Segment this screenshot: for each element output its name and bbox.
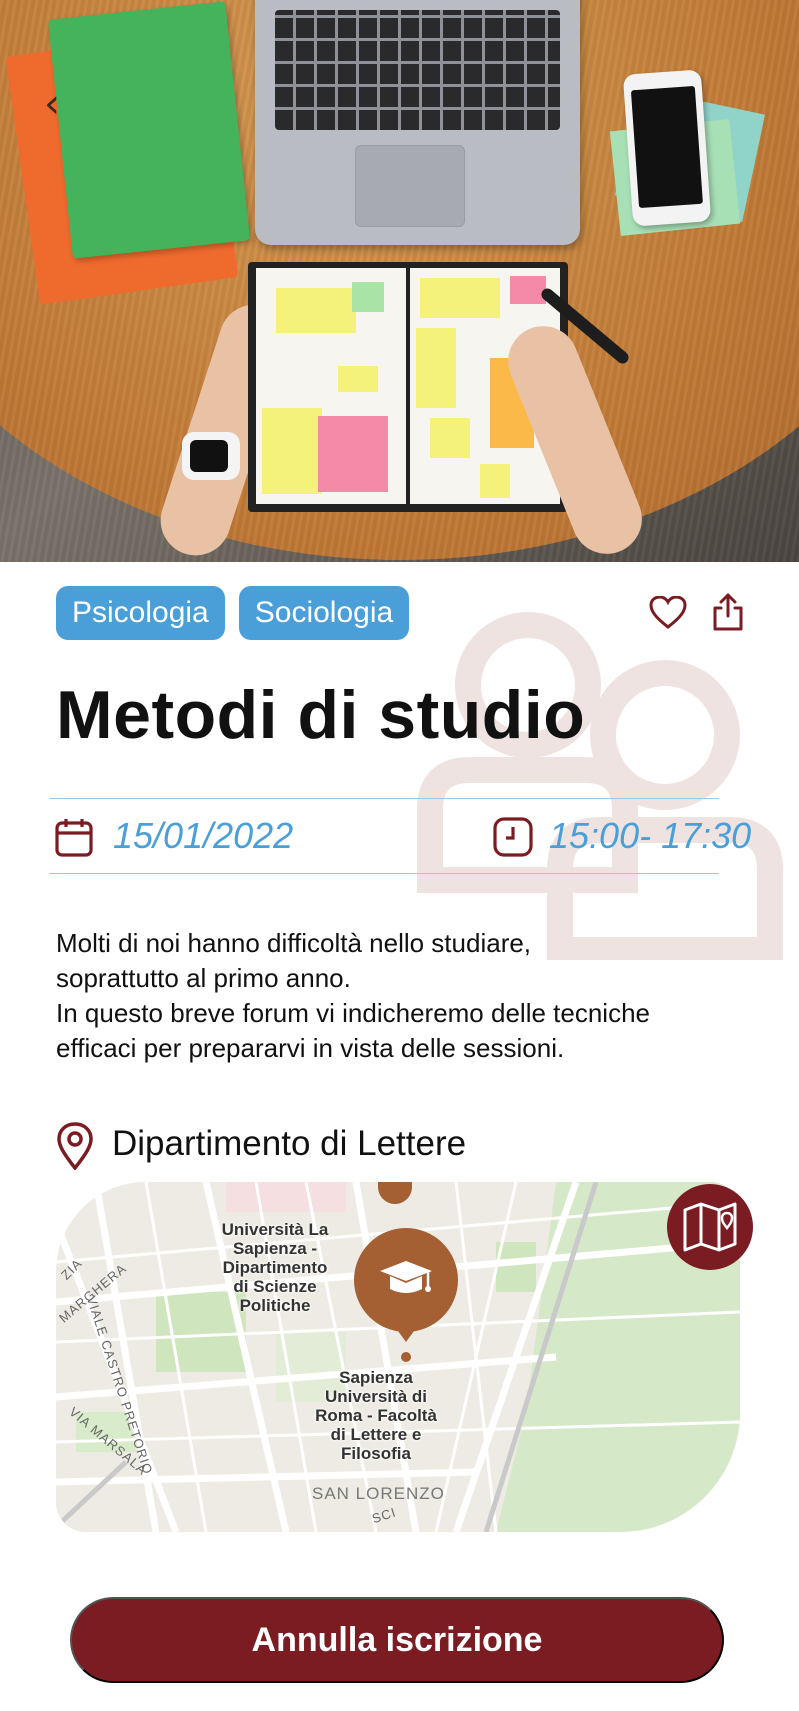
street-label: SAN LORENZO [312, 1484, 445, 1503]
marker-dot [401, 1352, 411, 1362]
event-description: Molti di noi hanno difficoltà nello stud… [56, 926, 746, 1066]
university-map-marker[interactable] [354, 1228, 458, 1342]
share-icon[interactable] [706, 590, 750, 634]
description-line: efficaci per prepararvi in vista delle s… [56, 1033, 565, 1063]
location-map[interactable]: Università La Sapienza - Dipartimento di Sc… [56, 1182, 740, 1532]
calendar-icon [55, 819, 93, 857]
event-time: 15:00- 17:30 [549, 815, 752, 856]
description-line: Molti di noi hanno difficoltà nello stud… [56, 928, 532, 958]
location-pin-icon [57, 1122, 93, 1170]
tag-sociologia[interactable]: Sociologia [238, 586, 410, 640]
poi-label-lettere-filosofia: Sapienza Università di Roma - Facoltà di Le… [315, 1368, 437, 1463]
hero-image: ‹ [0, 0, 799, 562]
event-title: Metodi di studio [56, 677, 586, 753]
users-watermark-icon [417, 612, 783, 960]
event-date: 15/01/2022 [113, 815, 294, 856]
cancel-registration-button[interactable]: Annulla iscrizione [70, 1597, 724, 1683]
graduation-cap-icon [380, 1261, 432, 1293]
tag-list: Psicologia Sociologia [56, 586, 410, 640]
heart-icon[interactable] [646, 591, 690, 635]
tag-psicologia[interactable]: Psicologia [56, 586, 225, 640]
open-map-button[interactable] [667, 1184, 753, 1270]
event-location: Dipartimento di Lettere [112, 1124, 467, 1163]
description-line: In questo breve forum vi indicheremo del… [56, 998, 650, 1028]
date-time-row: 15/01/2022 15:00- 17:30 [49, 798, 751, 874]
clock-icon [493, 817, 533, 857]
poi-label-scienze-politiche: Università La Sapienza - Dipartimento di Sc… [221, 1220, 329, 1315]
description-line: soprattutto al primo anno. [56, 963, 351, 993]
back-chevron-icon[interactable]: ‹ [44, 84, 68, 124]
map-icon [683, 1202, 737, 1252]
